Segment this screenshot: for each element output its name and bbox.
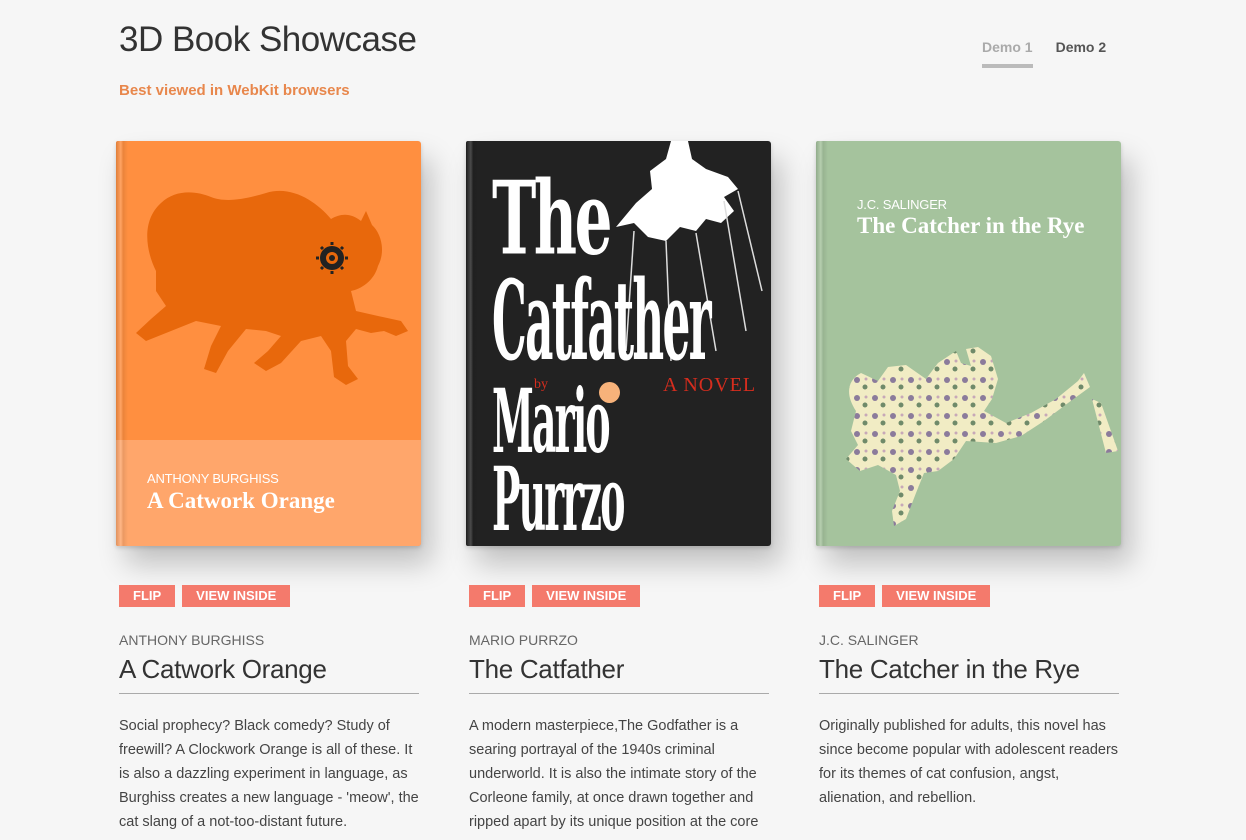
book-author: MARIO PURRZO [469,632,578,648]
book-description: A modern masterpiece,The Godfather is a … [469,718,759,830]
cat-illustration-icon [136,190,408,385]
cover-line-2: Catfather [492,256,712,386]
flip-button[interactable]: FLIP [469,585,526,607]
book-2-info: MARIO PURRZO The Catfather A modern mast… [469,632,769,834]
book-author: ANTHONY BURGHISS [119,632,265,648]
book-description: Social prophecy? Black comedy? Study of … [119,718,419,830]
book-cover-catwork-orange[interactable]: ANTHONY BURGHISS A Catwork Orange [116,141,421,546]
demo-1-link[interactable]: Demo 1 [982,39,1033,68]
book-1-actions: FLIP VIEW INSIDE [119,585,291,607]
book-cover-catcher-in-the-rye[interactable]: J.C. SALINGER The Catcher in the Rye [816,141,1121,546]
book-1-info: ANTHONY BURGHISS A Catwork Orange Social… [119,632,419,834]
flip-button[interactable]: FLIP [119,585,176,607]
flip-button[interactable]: FLIP [819,585,876,607]
view-inside-button[interactable]: VIEW INSIDE [532,585,641,607]
book-3-info: J.C. SALINGER The Catcher in the Rye Ori… [819,632,1119,810]
cover-novel: A NOVEL [663,374,757,396]
book-2-actions: FLIP VIEW INSIDE [469,585,641,607]
cover-line-4: Purrzo [492,447,625,546]
patterned-cat-icon [846,347,1118,526]
book-description: Originally published for adults, this no… [819,718,1119,806]
book-title: A Catwork Orange [119,654,419,694]
view-inside-button[interactable]: VIEW INSIDE [182,585,291,607]
book-3-actions: FLIP VIEW INSIDE [819,585,991,607]
book-cover-catfather[interactable]: The Catfather by A NOVEL Mario Purrzo [466,141,771,546]
book-title: The Catfather [469,654,769,694]
demo-nav: Demo 1 Demo 2 [982,39,1106,68]
book-title: The Catcher in the Rye [819,654,1119,694]
cover-author: ANTHONY BURGHISS [147,471,279,486]
page: 3D Book Showcase Best viewed in WebKit b… [0,0,1246,840]
view-inside-button[interactable]: VIEW INSIDE [882,585,991,607]
book-author: J.C. SALINGER [819,632,919,648]
page-title: 3D Book Showcase [119,20,417,59]
demo-2-link[interactable]: Demo 2 [1056,39,1107,68]
page-subtitle: Best viewed in WebKit browsers [119,82,350,99]
cover-title: A Catwork Orange [147,488,335,513]
